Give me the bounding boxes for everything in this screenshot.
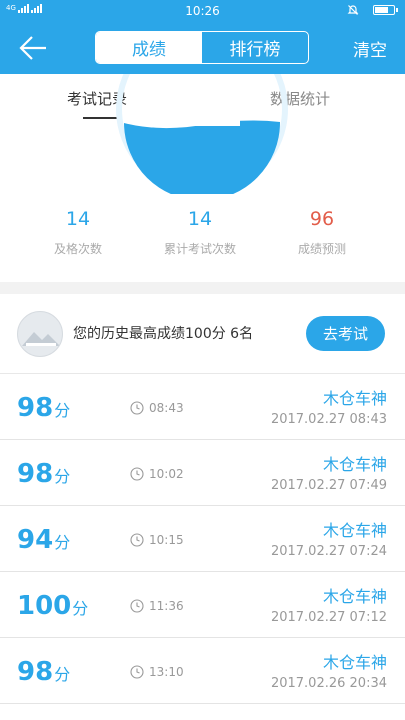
record-duration: 13:10 [149,665,184,679]
battery-icon [373,5,398,15]
record-duration: 11:36 [149,599,184,613]
record-user: 木仓车神 [322,521,387,540]
status-time: 10:26 [185,4,220,18]
record-row[interactable]: 98分 10:02 木仓车神 2017.02.27 07:49 [0,440,405,506]
record-user: 木仓车神 [322,587,387,606]
tab-scores[interactable]: 成绩 [96,32,202,63]
record-score: 98分 [17,393,71,423]
avatar-placeholder-icon [22,332,60,346]
record-row[interactable]: 98分 13:10 木仓车神 2017.02.26 20:34 [0,638,405,704]
best-score-row: 您的历史最高成绩100分 6名 去考试 [0,294,405,374]
record-duration: 08:43 [149,401,184,415]
alarm-off-icon [347,5,359,15]
record-score: 98分 [17,459,71,489]
nav-bar: 成绩 排行榜 清空 [0,22,405,74]
active-tab-indicator [83,117,119,119]
clock-icon [130,599,144,613]
clock-icon [130,467,144,481]
stat-score-prediction: 96 成绩预测 [297,208,346,256]
stat-total-exams: 14 累计考试次数 [163,208,236,256]
record-date: 2017.02.27 07:12 [270,610,387,625]
clock-icon [130,401,144,415]
record-row[interactable]: 94分 10:15 木仓车神 2017.02.27 07:24 [0,506,405,572]
avatar[interactable] [17,311,63,357]
tab-ranking[interactable]: 排行榜 [202,32,308,63]
go-exam-button[interactable]: 去考试 [306,316,385,351]
segmented-control: 成绩 排行榜 [95,31,309,64]
exam-record-list: 98分 08:43 木仓车神 2017.02.27 08:43 98分 10:0… [0,374,405,704]
record-user: 木仓车神 [322,389,387,408]
record-row[interactable]: 100分 11:36 木仓车神 2017.02.27 07:12 [0,572,405,638]
clock-icon [130,533,144,547]
section-divider [0,282,405,294]
clear-button[interactable]: 清空 [353,36,387,61]
app-screen: 4G 10:26 成绩 排行榜 清空 考试记录 数据统计 14 及格次数 14 … [0,0,405,720]
subtab-statistics[interactable]: 数据统计 [270,88,330,109]
record-user: 木仓车神 [322,653,387,672]
stat-pass-count: 14 及格次数 [53,208,102,256]
record-date: 2017.02.27 07:24 [270,544,387,559]
record-duration: 10:02 [149,467,184,481]
record-score: 100分 [17,591,89,621]
clock-icon [130,665,144,679]
subtab-exam-records[interactable]: 考试记录 [67,88,127,109]
record-duration: 10:15 [149,533,184,547]
record-score: 94分 [17,525,71,555]
record-date: 2017.02.27 07:49 [270,478,387,493]
best-score-text: 您的历史最高成绩100分 6名 [73,326,254,342]
record-user: 木仓车神 [322,455,387,474]
record-date: 2017.02.27 08:43 [270,412,387,427]
record-score: 98分 [17,657,71,687]
record-date: 2017.02.26 20:34 [270,676,387,691]
stats-row: 14 及格次数 14 累计考试次数 96 成绩预测 [0,200,405,280]
back-arrow-icon[interactable] [18,34,50,62]
sub-tab-bar: 考试记录 数据统计 [0,74,405,120]
status-bar: 4G 10:26 [0,0,405,22]
record-row[interactable]: 98分 08:43 木仓车神 2017.02.27 08:43 [0,374,405,440]
